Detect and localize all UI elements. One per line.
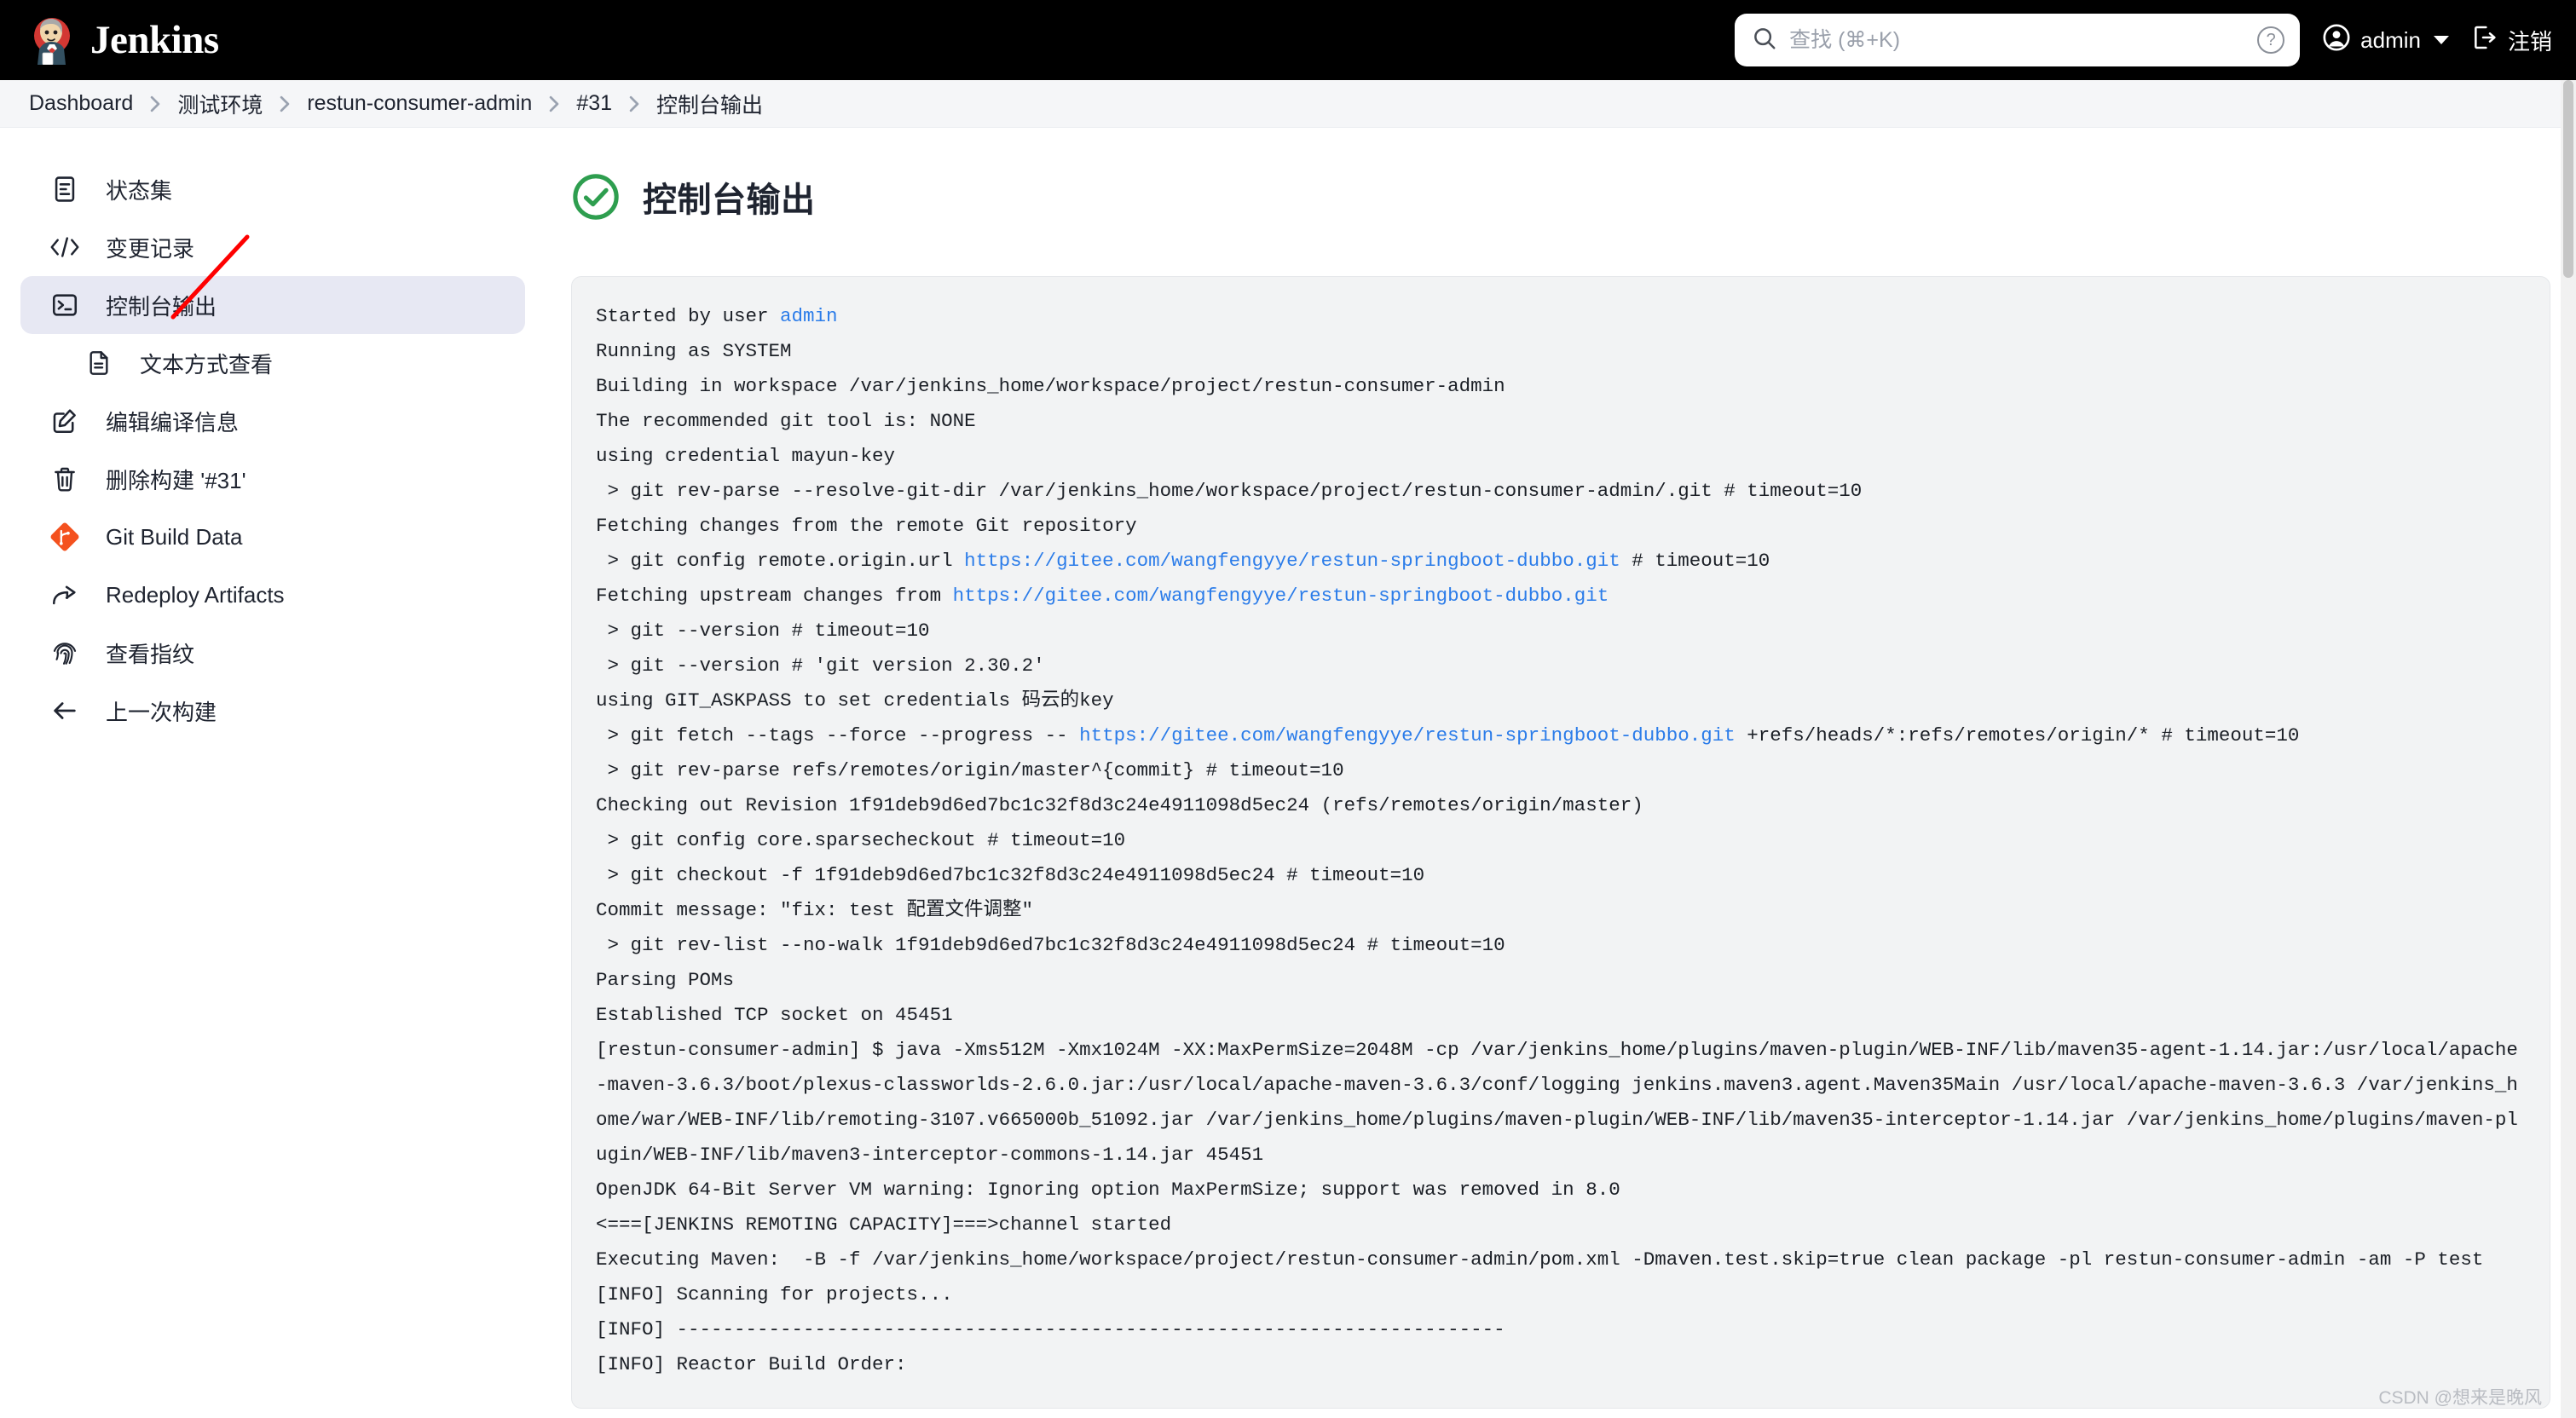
sidebar-item-label: 删除构建 '#31' — [106, 467, 246, 493]
search-icon — [1752, 26, 1777, 55]
console-line: using credential mayun-key — [596, 445, 896, 467]
edit-square-icon — [48, 404, 82, 438]
chevron-right-icon — [546, 93, 562, 115]
chevron-right-icon — [627, 93, 642, 115]
console-line: Commit message: "fix: test 配置文件调整" — [596, 899, 1034, 921]
console-line: OpenJDK 64-Bit Server VM warning: Ignori… — [596, 1179, 1620, 1201]
sidebar-item-label: 变更记录 — [106, 235, 195, 262]
console-output-panel[interactable]: Started by user admin Running as SYSTEM Bu… — [571, 276, 2550, 1409]
sidebar-item-previous-build[interactable]: 上一次构建 — [20, 682, 525, 740]
console-line: [INFO] Reactor Build Order: — [596, 1353, 907, 1375]
sidebar-navigation: 状态集 变更记录 控制台输出 文本方式查看 编辑编译信息 删除构建 '#31' … — [0, 128, 546, 740]
console-link[interactable]: https://gitee.com/wangfengyye/restun-spr… — [964, 550, 1620, 572]
sidebar-item-label: 上一次构建 — [106, 699, 217, 725]
console-output-text: Started by user admin Running as SYSTEM Bu… — [596, 299, 2526, 1382]
search-box[interactable]: ? — [1735, 14, 2301, 66]
chevron-right-icon — [277, 93, 292, 115]
console-line: using GIT_ASKPASS to set credentials 码云的… — [596, 689, 1114, 712]
user-name-label: admin — [2360, 26, 2421, 53]
console-line: Fetching upstream changes from https://g… — [596, 585, 1609, 607]
console-line: > git rev-list --no-walk 1f91deb9d6ed7bc… — [596, 934, 1505, 956]
code-brackets-icon — [48, 230, 82, 264]
sidebar-item-view-as-plain-text[interactable]: 文本方式查看 — [20, 334, 525, 392]
help-circle-icon[interactable]: ? — [2257, 26, 2285, 54]
git-diamond-icon — [48, 520, 82, 554]
console-line: > git rev-parse refs/remotes/origin/mast… — [596, 759, 1344, 781]
console-line: The recommended git tool is: NONE — [596, 410, 976, 432]
page-header: 控制台输出 — [571, 172, 2576, 222]
sidebar-item-console-output[interactable]: 控制台输出 — [20, 276, 525, 334]
sidebar-item-label: 控制台输出 — [106, 293, 217, 320]
sidebar-item-redeploy-artifacts[interactable]: Redeploy Artifacts — [20, 566, 525, 624]
console-line: Parsing POMs — [596, 969, 735, 991]
top-bar-actions: ? admin 注销 — [1735, 0, 2552, 80]
page-scrollbar[interactable] — [2561, 80, 2576, 1418]
console-line: Building in workspace /var/jenkins_home/… — [596, 375, 1505, 397]
search-input[interactable] — [1789, 14, 2258, 66]
breadcrumb-item-console-output[interactable]: 控制台输出 — [656, 89, 763, 119]
breadcrumb-item-build-number[interactable]: #31 — [576, 91, 612, 116]
sidebar-item-changes[interactable]: 变更记录 — [20, 218, 525, 276]
check-circle-success-icon — [571, 172, 621, 222]
sidebar-item-edit-build-information[interactable]: 编辑编译信息 — [20, 392, 525, 450]
breadcrumb-item-dashboard[interactable]: Dashboard — [29, 91, 133, 116]
sidebar-item-delete-build[interactable]: 删除构建 '#31' — [20, 450, 525, 508]
sidebar-item-label: Redeploy Artifacts — [106, 581, 285, 608]
watermark-label: CSDN @想来是晚风 — [2378, 1388, 2542, 1408]
console-line: > git fetch --tags --force --progress --… — [596, 724, 2300, 746]
console-link[interactable]: https://gitee.com/wangfengyye/restun-spr… — [1079, 724, 1736, 746]
main-content: 控制台输出 Started by user admin Running as SY… — [546, 128, 2576, 1409]
chevron-right-icon — [147, 93, 163, 115]
user-circle-icon — [2322, 23, 2351, 58]
document-lines-icon — [48, 172, 82, 206]
chevron-down-icon — [2433, 36, 2449, 44]
brand-title: Jenkins — [90, 17, 219, 62]
console-line: > git --version # timeout=10 — [596, 620, 930, 642]
terminal-icon — [48, 288, 82, 322]
arrow-left-icon — [48, 694, 82, 728]
console-line: Checking out Revision 1f91deb9d6ed7bc1c3… — [596, 794, 1643, 816]
file-text-icon — [82, 346, 116, 380]
console-line: [restun-consumer-admin] $ java -Xms512M … — [596, 1039, 2518, 1166]
breadcrumb: Dashboard 测试环境 restun-consumer-admin #31… — [0, 80, 2576, 128]
console-link[interactable]: https://gitee.com/wangfengyye/restun-spr… — [953, 585, 1609, 607]
console-line: > git config core.sparsecheckout # timeo… — [596, 829, 1126, 851]
fingerprint-icon — [48, 636, 82, 670]
user-menu-button[interactable]: admin — [2322, 23, 2449, 58]
logout-button[interactable]: 注销 — [2471, 24, 2552, 57]
console-link[interactable]: admin — [780, 305, 838, 327]
page-title: 控制台输出 — [643, 182, 816, 219]
logout-label: 注销 — [2507, 28, 2552, 55]
console-line: [INFO] ---------------------------------… — [596, 1318, 1505, 1340]
sidebar-item-label: 状态集 — [106, 177, 173, 204]
console-line: [INFO] Scanning for projects... — [596, 1283, 953, 1306]
console-line: > git config remote.origin.url https://g… — [596, 550, 1770, 572]
sidebar-item-label: 编辑编译信息 — [106, 409, 240, 435]
console-line: > git rev-parse --resolve-git-dir /var/j… — [596, 480, 1863, 502]
jenkins-logo-link[interactable]: Jenkins — [29, 15, 219, 65]
jenkins-butler-logo-icon — [34, 18, 70, 65]
console-line: > git checkout -f 1f91deb9d6ed7bc1c32f8d… — [596, 864, 1425, 886]
console-line: Running as SYSTEM — [596, 340, 792, 362]
console-line: Established TCP socket on 45451 — [596, 1004, 953, 1026]
sidebar-item-git-build-data[interactable]: Git Build Data — [20, 508, 525, 566]
sidebar-item-view-fingerprints[interactable]: 查看指纹 — [20, 624, 525, 682]
top-navigation-bar: Jenkins ? admin — [0, 0, 2576, 80]
console-line: > git --version # 'git version 2.30.2' — [596, 654, 1045, 677]
scrollbar-thumb[interactable] — [2563, 80, 2573, 278]
console-line: Executing Maven: -B -f /var/jenkins_home… — [596, 1248, 2484, 1271]
sidebar-item-label: 查看指纹 — [106, 641, 195, 667]
console-line: <===[JENKINS REMOTING CAPACITY]===>chann… — [596, 1213, 1172, 1236]
logout-icon — [2471, 24, 2498, 57]
trash-icon — [48, 462, 82, 496]
sidebar-item-status-set[interactable]: 状态集 — [20, 160, 525, 218]
sidebar-item-label: 文本方式查看 — [140, 351, 274, 378]
breadcrumb-item-job[interactable]: restun-consumer-admin — [307, 91, 532, 116]
breadcrumb-item-environment[interactable]: 测试环境 — [177, 89, 263, 119]
page-body: 状态集 变更记录 控制台输出 文本方式查看 编辑编译信息 删除构建 '#31' … — [0, 128, 2576, 1418]
console-line: Fetching changes from the remote Git rep… — [596, 515, 1137, 537]
console-line: Started by user admin — [596, 305, 838, 327]
share-arrow-icon — [48, 578, 82, 612]
sidebar-item-label: Git Build Data — [106, 523, 243, 550]
